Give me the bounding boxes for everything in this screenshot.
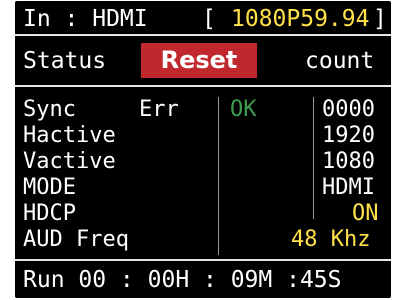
status-screen: In : HDMI [ 1080P59.94 ] Status Reset co… <box>15 1 391 298</box>
header-divider <box>15 34 391 36</box>
value-column-divider <box>313 97 314 219</box>
bracket-close: ] <box>373 6 387 32</box>
status-divider <box>15 85 391 87</box>
row-status: OK <box>230 97 257 122</box>
runtime-readout: Run 00 : 00H : 09M :45S <box>23 267 342 293</box>
status-label: Status <box>23 48 107 74</box>
row-value: 1920 <box>322 123 375 148</box>
row-label: Hactive <box>23 123 116 148</box>
row-value: 1080 <box>322 149 375 174</box>
row-label: MODE <box>23 175 76 200</box>
input-source-label: In : HDMI <box>23 6 148 32</box>
reset-button[interactable]: Reset <box>141 43 257 78</box>
row-label: HDCP <box>23 201 76 226</box>
footer-divider <box>15 259 391 261</box>
bracket-open: [ <box>202 6 216 32</box>
row-value: ON <box>352 201 379 226</box>
row-label: AUD Freq <box>23 227 129 252</box>
count-label: count <box>305 48 375 74</box>
resolution-readout: 1080P59.94 <box>231 6 370 32</box>
row-label: Vactive <box>23 149 116 174</box>
row-value: 0000 <box>322 97 375 122</box>
status-column-divider <box>218 97 219 255</box>
row-label-secondary: Err <box>139 97 179 122</box>
row-label: Sync <box>23 97 76 122</box>
row-value: 48 Khz <box>291 227 371 252</box>
row-value: HDMI <box>322 175 375 200</box>
